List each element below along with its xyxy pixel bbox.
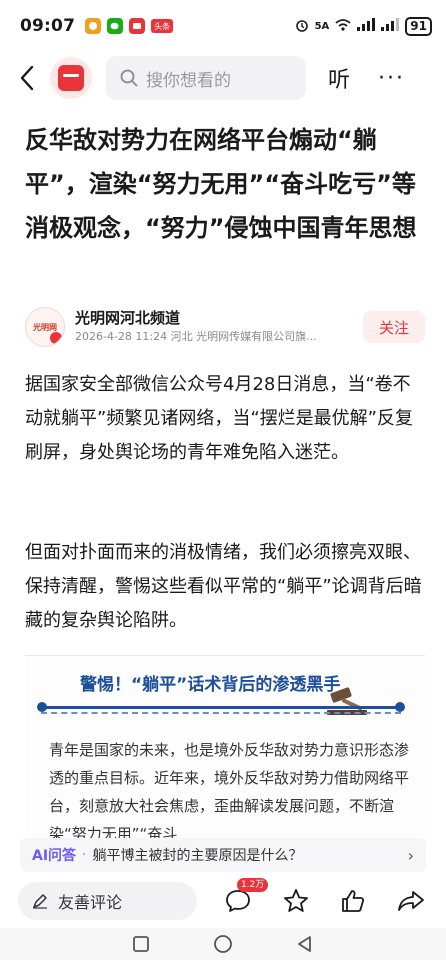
wifi-icon	[335, 18, 351, 34]
favorite-button[interactable]	[279, 884, 313, 918]
news-logo-icon	[58, 65, 84, 91]
pen-icon	[33, 894, 47, 909]
system-back-button[interactable]	[295, 934, 315, 954]
divider-dot	[395, 702, 405, 712]
thumbs-up-icon	[342, 890, 365, 912]
ai-separator: ·	[82, 847, 87, 863]
nav-bar: 搜你想看的 听 ···	[0, 52, 446, 104]
source-info: 光明网河北频道 2026-4-28 11:24 河北 光明网传媒有限公司旗...	[75, 308, 363, 346]
comment-count-badge: 1.2万	[236, 878, 269, 892]
image-title: 警惕！“躺平”话术背后的渗透黑手	[80, 675, 341, 695]
back-button[interactable]	[12, 58, 42, 98]
article-headline: 反华敌对势力在网络平台煽动“躺平”，渲染“努力无用”“奋斗吃亏”等消极观念，“努…	[25, 126, 417, 242]
comment-input[interactable]: 友善评论	[18, 882, 197, 920]
share-arrow-icon	[398, 891, 425, 911]
article-image[interactable]: 警惕！“躺平”话术背后的渗透黑手 青年是国家的未来，也是境外反华敌对势力意识形态…	[25, 655, 425, 845]
more-button[interactable]: ···	[378, 66, 405, 91]
recent-apps-button[interactable]	[131, 934, 151, 954]
app-logo[interactable]	[50, 57, 92, 99]
square-icon	[133, 936, 149, 952]
status-indicators: 5A 91	[295, 16, 432, 36]
comment-placeholder: 友善评论	[58, 893, 123, 912]
chevron-left-icon	[20, 65, 34, 91]
status-app-icons: 头条	[85, 18, 174, 34]
news-app-badge: 头条	[151, 19, 174, 33]
verified-badge-icon	[50, 332, 62, 344]
image-divider-dashed	[41, 712, 401, 714]
image-body-text: 青年是国家的未来，也是境外反华敌对势力意识形态渗透的重点目标。近年来，境外反华敌…	[49, 741, 410, 843]
bottom-action-bar: 友善评论 1.2万	[0, 878, 446, 924]
system-navigation-bar	[0, 928, 446, 960]
status-time: 09:07	[20, 16, 76, 36]
search-icon	[120, 69, 138, 87]
alarm-icon	[295, 18, 309, 35]
like-button[interactable]	[336, 884, 370, 918]
ai-question: 躺平博主被封的主要原因是什么？	[92, 848, 303, 864]
status-bar: 09:07 头条 5A 91	[0, 0, 446, 52]
wechat-icon	[107, 18, 124, 34]
star-icon	[283, 889, 308, 912]
chevron-right-icon: ›	[407, 845, 414, 865]
ai-question-bar[interactable]: AI问答 · 躺平博主被封的主要原因是什么？ ›	[20, 838, 426, 872]
news-app-icon	[129, 18, 146, 34]
article-paragraph: 但面对扑面而来的消极情绪，我们必须擦亮双眼、保持清醒，警惕这些看似平常的“躺平”…	[25, 542, 422, 631]
circle-icon	[214, 935, 232, 953]
listen-button[interactable]: 听	[328, 62, 350, 94]
comments-button[interactable]: 1.2万	[221, 878, 269, 918]
comment-bubble-icon	[225, 890, 250, 912]
signal-icon-2	[381, 18, 400, 34]
network-label: 5A	[314, 20, 330, 32]
article-paragraph: 据国家安全部微信公众号4月28日消息，当“卷不动就躺平”频繁见诸网络，当“摆烂是…	[25, 374, 413, 463]
source-name[interactable]: 光明网河北频道	[75, 308, 363, 328]
search-placeholder: 搜你想看的	[146, 70, 231, 91]
triangle-back-icon	[298, 936, 311, 952]
source-row: 光明网 光明网河北频道 2026-4-28 11:24 河北 光明网传媒有限公司…	[25, 305, 425, 349]
source-avatar-text: 光明网	[33, 322, 57, 332]
source-avatar[interactable]: 光明网	[25, 307, 65, 347]
app-notification-icon	[85, 18, 102, 34]
search-input[interactable]: 搜你想看的	[106, 56, 306, 100]
home-button[interactable]	[213, 934, 233, 954]
share-button[interactable]	[394, 884, 428, 918]
source-meta: 2026-4-28 11:24 河北 光明网传媒有限公司旗...	[75, 330, 317, 343]
battery-indicator: 91	[405, 16, 432, 36]
ai-label: AI问答	[32, 848, 77, 864]
signal-icon	[357, 18, 376, 34]
image-divider	[41, 706, 401, 709]
divider-dot	[37, 702, 47, 712]
follow-button[interactable]: 关注	[363, 311, 425, 343]
